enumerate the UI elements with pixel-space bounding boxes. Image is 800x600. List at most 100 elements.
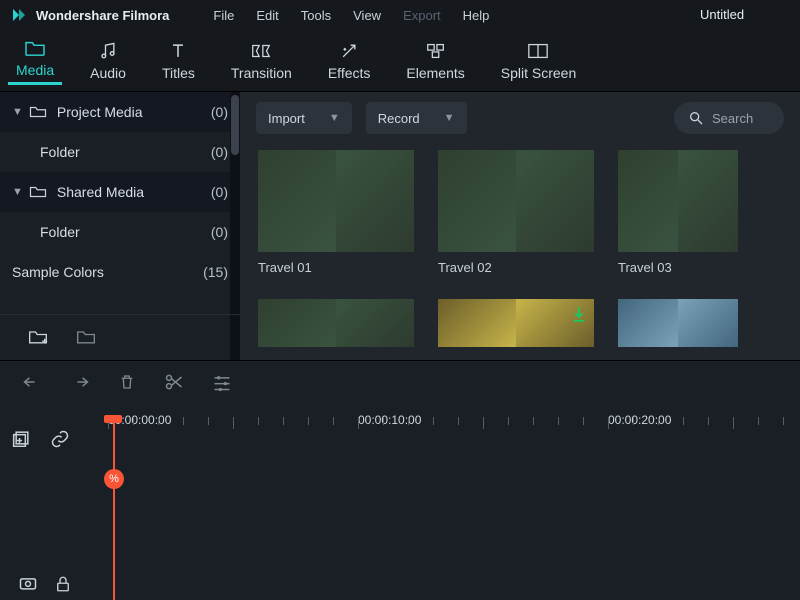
titles-icon xyxy=(168,41,188,61)
tab-media[interactable]: Media xyxy=(8,34,62,85)
playhead-line xyxy=(113,415,115,600)
sidebar-item-count: (0) xyxy=(211,224,228,240)
media-thumbnail xyxy=(618,150,738,252)
record-dropdown[interactable]: Record ▼ xyxy=(366,102,467,134)
tab-effects-label: Effects xyxy=(328,65,371,81)
record-label: Record xyxy=(378,111,420,126)
titlebar: Wondershare Filmora File Edit Tools View… xyxy=(0,0,800,30)
chevron-down-icon: ▼ xyxy=(329,112,340,124)
gallery-toolbar: Import ▼ Record ▼ Search xyxy=(240,92,800,144)
link-icon[interactable] xyxy=(50,429,70,449)
media-card[interactable]: Travel 01 xyxy=(258,150,414,275)
menu-view[interactable]: View xyxy=(353,8,381,23)
split-screen-icon xyxy=(527,41,549,61)
redo-icon[interactable] xyxy=(70,373,90,391)
chevron-down-icon: ▼ xyxy=(12,106,23,118)
sidebar-item-count: (0) xyxy=(211,104,228,120)
media-thumbnail xyxy=(618,299,738,347)
sidebar-item-count: (0) xyxy=(211,144,228,160)
tab-titles-label: Titles xyxy=(162,65,195,81)
gallery-grid: Travel 01 Travel 02 Travel 03 xyxy=(240,144,800,347)
elements-icon xyxy=(425,41,447,61)
sidebar-item-shared-folder[interactable]: Folder (0) xyxy=(0,212,240,252)
media-label: Travel 02 xyxy=(438,260,594,275)
sidebar-item-project-media[interactable]: ▼ Project Media (0) xyxy=(0,92,240,132)
media-thumbnail xyxy=(258,150,414,252)
folder-icon xyxy=(29,185,47,199)
import-label: Import xyxy=(268,111,305,126)
ruler-label: 00:00:10:00 xyxy=(358,413,421,427)
menu-edit[interactable]: Edit xyxy=(256,8,278,23)
sidebar-item-label: Project Media xyxy=(57,104,143,120)
tab-audio[interactable]: Audio xyxy=(82,37,134,85)
media-thumbnail xyxy=(438,299,594,347)
sidebar-item-count: (0) xyxy=(211,184,228,200)
sidebar-item-label: Folder xyxy=(40,144,80,160)
media-card[interactable] xyxy=(258,299,414,347)
new-folder-icon[interactable] xyxy=(76,328,96,348)
tool-tabs: Media Audio Titles Transition Effects El… xyxy=(0,30,800,92)
search-icon xyxy=(688,110,704,126)
app-name: Wondershare Filmora xyxy=(36,8,169,23)
tab-audio-label: Audio xyxy=(90,65,126,81)
sidebar-item-count: (15) xyxy=(203,264,228,280)
sidebar-item-sample-colors[interactable]: Sample Colors (15) xyxy=(0,252,240,292)
new-folder-add-icon[interactable] xyxy=(28,328,48,348)
tab-elements[interactable]: Elements xyxy=(398,37,472,85)
chevron-down-icon: ▼ xyxy=(12,186,23,198)
media-card[interactable]: Travel 03 xyxy=(618,150,738,275)
media-card[interactable] xyxy=(618,299,738,347)
sidebar-actions xyxy=(0,314,240,360)
capture-icon[interactable] xyxy=(18,574,38,594)
sidebar-item-label: Shared Media xyxy=(57,184,144,200)
menu-tools[interactable]: Tools xyxy=(301,8,331,23)
menu-help[interactable]: Help xyxy=(463,8,490,23)
timeline-ruler[interactable]: 00:00:00:00 00:00:10:00 00:00:20:00 xyxy=(108,417,800,441)
tab-elements-label: Elements xyxy=(406,65,464,81)
tab-split-label: Split Screen xyxy=(501,65,576,81)
menu-file[interactable]: File xyxy=(213,8,234,23)
tab-titles[interactable]: Titles xyxy=(154,37,203,85)
menu-export: Export xyxy=(403,8,441,23)
lock-icon[interactable] xyxy=(54,574,72,594)
media-card[interactable] xyxy=(438,299,594,347)
mid-area: ▼ Project Media (0) Folder (0) ▼ Shared … xyxy=(0,92,800,360)
playhead-marker-icon[interactable]: % xyxy=(104,469,124,489)
folder-icon xyxy=(24,38,46,58)
ruler-label: 00:00:20:00 xyxy=(608,413,671,427)
tab-transition[interactable]: Transition xyxy=(223,37,300,85)
undo-icon[interactable] xyxy=(22,373,42,391)
chevron-down-icon: ▼ xyxy=(444,112,455,124)
transition-icon xyxy=(250,41,272,61)
tab-split-screen[interactable]: Split Screen xyxy=(493,37,584,85)
effects-icon xyxy=(339,41,359,61)
settings-sliders-icon[interactable] xyxy=(212,373,232,391)
tab-media-label: Media xyxy=(16,62,54,78)
app-logo-icon xyxy=(10,6,28,24)
media-gallery: Import ▼ Record ▼ Search Travel 01 Trave… xyxy=(240,92,800,360)
media-thumbnail xyxy=(258,299,414,347)
sidebar-item-project-folder[interactable]: Folder (0) xyxy=(0,132,240,172)
sidebar-item-label: Sample Colors xyxy=(12,264,104,280)
sidebar-item-label: Folder xyxy=(40,224,80,240)
search-placeholder: Search xyxy=(712,111,753,126)
timeline: 00:00:00:00 00:00:10:00 00:00:20:00 % xyxy=(0,360,800,600)
media-label: Travel 01 xyxy=(258,260,414,275)
tab-effects[interactable]: Effects xyxy=(320,37,379,85)
download-icon[interactable] xyxy=(570,305,588,323)
add-track-icon[interactable] xyxy=(12,429,32,449)
sidebar-item-shared-media[interactable]: ▼ Shared Media (0) xyxy=(0,172,240,212)
timeline-track-tools xyxy=(12,429,70,449)
media-label: Travel 03 xyxy=(618,260,738,275)
import-dropdown[interactable]: Import ▼ xyxy=(256,102,352,134)
delete-icon[interactable] xyxy=(118,372,136,392)
scissors-icon[interactable] xyxy=(164,372,184,392)
media-sidebar: ▼ Project Media (0) Folder (0) ▼ Shared … xyxy=(0,92,240,360)
media-card[interactable]: Travel 02 xyxy=(438,150,594,275)
timeline-bottom-tools xyxy=(18,574,72,594)
tab-transition-label: Transition xyxy=(231,65,292,81)
timeline-toolbar xyxy=(0,361,800,403)
folder-icon xyxy=(29,105,47,119)
music-icon xyxy=(98,41,118,61)
search-input[interactable]: Search xyxy=(674,102,784,134)
